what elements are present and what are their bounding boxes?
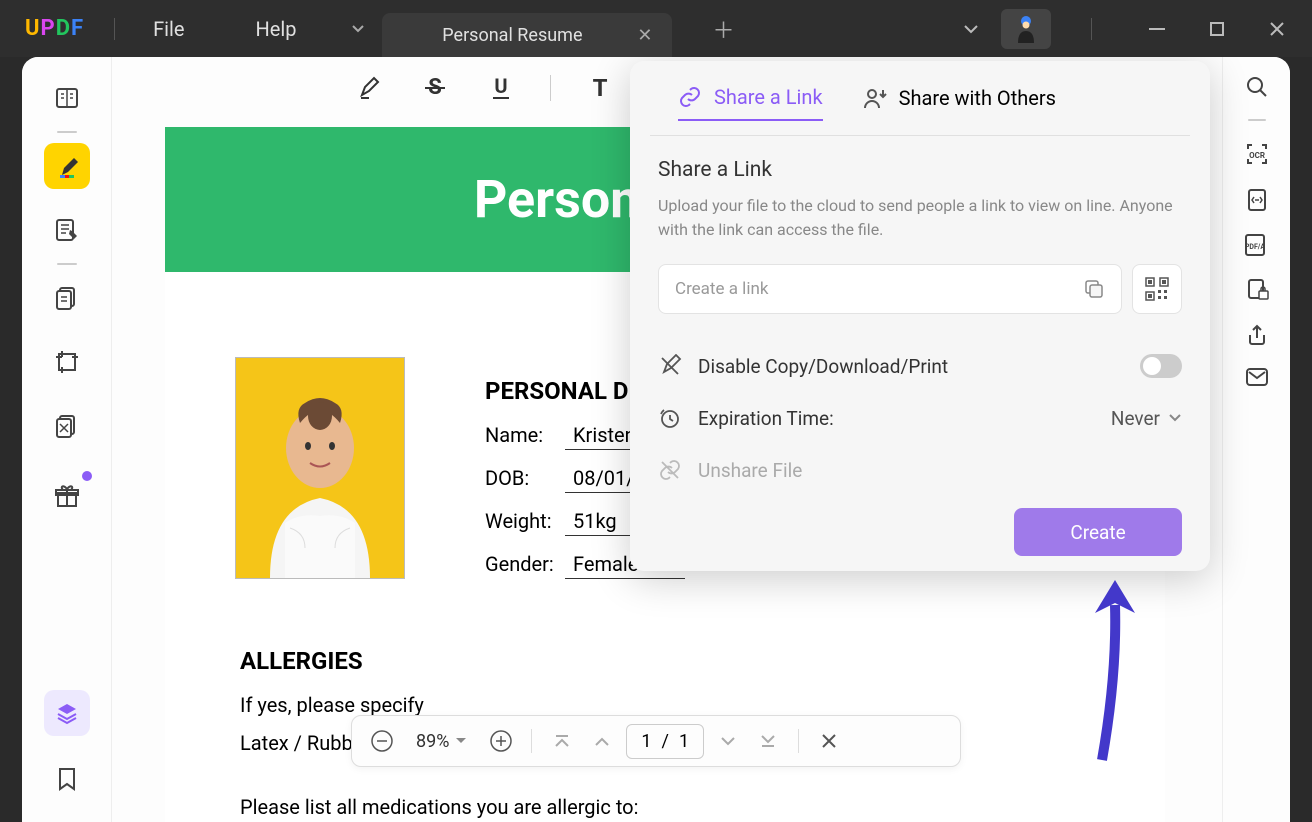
share-description: Upload your file to the cloud to send pe… <box>658 194 1182 242</box>
minimize-icon[interactable] <box>1132 9 1182 49</box>
app-logo: UPDF <box>25 16 84 41</box>
share-panel: Share a Link Share with Others Share a L… <box>630 61 1210 571</box>
expiration-row: Expiration Time: Never <box>658 392 1182 444</box>
svg-text:U: U <box>494 76 507 98</box>
separator <box>57 263 77 265</box>
profile-photo <box>235 357 405 579</box>
maximize-icon[interactable] <box>1192 9 1242 49</box>
weight-label: Weight: <box>485 509 565 533</box>
page-sep: / <box>662 731 669 752</box>
unshare-icon <box>658 458 682 482</box>
zoom-in-icon[interactable] <box>485 725 517 757</box>
pages-tool-icon[interactable] <box>44 275 90 321</box>
left-sidebar <box>22 57 112 822</box>
first-page-icon[interactable] <box>546 725 578 757</box>
name-label: Name: <box>485 423 565 447</box>
tab-share-link[interactable]: Share a Link <box>678 85 823 121</box>
bottom-toolbar: 89% 1 / 1 <box>351 715 961 767</box>
divider <box>531 729 532 753</box>
allergies-heading: ALLERGIES <box>240 647 638 675</box>
separator <box>57 131 77 133</box>
gender-label: Gender: <box>485 552 565 576</box>
close-toolbar-icon[interactable] <box>813 725 845 757</box>
tab-share-others-label: Share with Others <box>899 86 1056 110</box>
tab-add-icon[interactable]: ＋ <box>712 13 734 45</box>
tab-share-others[interactable]: Share with Others <box>863 85 1056 121</box>
disable-copy-row: Disable Copy/Download/Print <box>658 340 1182 392</box>
copy-icon[interactable] <box>1083 278 1105 300</box>
allergies-line1: If yes, please specify <box>240 693 638 717</box>
email-icon[interactable] <box>1245 367 1269 387</box>
share-icon[interactable] <box>1245 323 1269 347</box>
crop-tool-icon[interactable] <box>44 339 90 385</box>
convert-icon[interactable] <box>1245 187 1269 213</box>
expiration-label: Expiration Time: <box>698 407 834 430</box>
tab-close-icon[interactable]: ✕ <box>637 25 652 46</box>
gift-tool-icon[interactable] <box>44 473 90 519</box>
notification-dot <box>82 471 92 481</box>
layers-icon[interactable] <box>44 690 90 736</box>
workspace: OCR PDF/A S U T Personal Resum <box>22 57 1290 822</box>
edit-tool-icon[interactable] <box>44 207 90 253</box>
zoom-out-icon[interactable] <box>366 725 398 757</box>
bookmark-icon[interactable] <box>44 756 90 802</box>
unshare-label: Unshare File <box>698 459 802 482</box>
ocr-icon[interactable]: OCR <box>1244 141 1270 167</box>
next-page-icon[interactable] <box>712 725 744 757</box>
prev-page-icon[interactable] <box>586 725 618 757</box>
text-icon[interactable]: T <box>583 71 617 105</box>
annotation-toolbar: S U T <box>352 71 617 105</box>
strikethrough-icon[interactable]: S <box>418 71 452 105</box>
watermark-tool-icon[interactable] <box>44 403 90 449</box>
divider <box>1091 18 1092 40</box>
divider <box>798 729 799 753</box>
clock-icon <box>658 406 682 430</box>
tab-title: Personal Resume <box>402 25 622 46</box>
unshare-row: Unshare File <box>658 444 1182 496</box>
dob-label: DOB: <box>485 466 565 490</box>
titlebar: UPDF File Help Personal Resume ✕ ＋ <box>0 0 1312 57</box>
page-total: 1 <box>679 731 689 752</box>
create-button[interactable]: Create <box>1014 508 1182 556</box>
menu-help[interactable]: Help <box>247 17 304 41</box>
share-heading: Share a Link <box>658 158 1182 182</box>
right-sidebar: OCR PDF/A <box>1222 57 1290 822</box>
chevron-down-icon[interactable] <box>951 9 991 49</box>
expiration-value: Never <box>1111 407 1160 430</box>
tab-current[interactable]: Personal Resume ✕ <box>382 13 672 57</box>
disable-icon <box>658 354 682 378</box>
tab-share-link-label: Share a Link <box>714 85 823 109</box>
protect-icon[interactable] <box>1245 277 1269 303</box>
svg-text:OCR: OCR <box>1249 151 1265 160</box>
tab-dropdown-icon[interactable] <box>344 15 372 43</box>
last-page-icon[interactable] <box>752 725 784 757</box>
divider <box>114 18 115 40</box>
underline-icon[interactable]: U <box>484 71 518 105</box>
pdfa-icon[interactable]: PDF/A <box>1243 233 1271 257</box>
highlighter-icon[interactable] <box>352 71 386 105</box>
user-avatar[interactable] <box>1001 9 1051 49</box>
search-icon[interactable] <box>1245 75 1269 99</box>
disable-copy-toggle[interactable] <box>1140 354 1182 378</box>
separator <box>1248 119 1266 121</box>
reader-tool-icon[interactable] <box>44 75 90 121</box>
page-current: 1 <box>641 731 651 752</box>
svg-text:T: T <box>593 76 608 100</box>
share-link-placeholder: Create a link <box>675 279 768 299</box>
expiration-dropdown[interactable]: Never <box>1111 407 1182 430</box>
share-link-input[interactable]: Create a link <box>658 264 1122 314</box>
page-input[interactable]: 1 / 1 <box>626 724 704 759</box>
qr-code-button[interactable] <box>1132 264 1182 314</box>
disable-copy-label: Disable Copy/Download/Print <box>698 355 948 378</box>
allergies-line3: Please list all medications you are alle… <box>240 795 638 819</box>
highlight-tool-icon[interactable] <box>44 143 90 189</box>
menu-file[interactable]: File <box>145 17 192 41</box>
svg-text:PDF/A: PDF/A <box>1244 243 1265 251</box>
divider <box>550 75 551 101</box>
close-icon[interactable] <box>1252 9 1302 49</box>
zoom-display[interactable]: 89% <box>406 731 477 752</box>
